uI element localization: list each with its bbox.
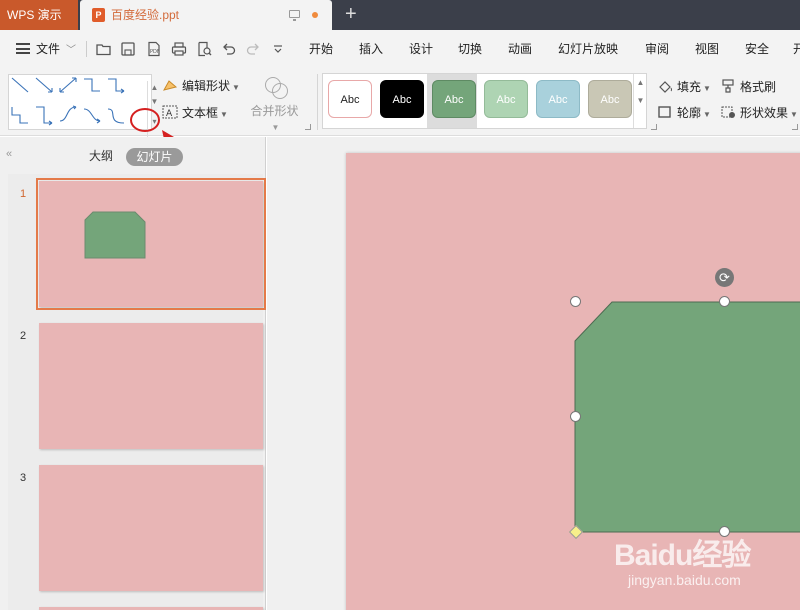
outline-icon bbox=[657, 105, 673, 119]
selection-outline bbox=[575, 302, 800, 532]
shape-effects-icon bbox=[720, 105, 736, 119]
divider bbox=[86, 41, 87, 57]
divider bbox=[317, 74, 318, 130]
text-box-button[interactable]: A 文本框 ▼ bbox=[162, 103, 228, 123]
undo-icon[interactable] bbox=[221, 41, 237, 57]
slide-number: 3 bbox=[20, 472, 27, 484]
style-swatch[interactable]: Abc bbox=[432, 80, 476, 118]
tab-security[interactable]: 安全 bbox=[745, 30, 769, 68]
new-tab-button[interactable]: + bbox=[345, 4, 357, 24]
format-painter-button[interactable]: 格式刷 bbox=[720, 77, 776, 97]
collapse-panel-icon[interactable]: « bbox=[6, 148, 12, 160]
chevron-down-icon[interactable]: ▼ bbox=[634, 94, 647, 107]
shape-effects-button[interactable]: 形状效果 ▼ bbox=[720, 103, 798, 123]
ppt-file-icon: P bbox=[92, 8, 105, 22]
dialog-launcher-icon[interactable] bbox=[305, 124, 311, 130]
slide-thumbnails: 1 2 3 bbox=[8, 174, 266, 610]
watermark: Baidu经验 jingyan.baidu.com bbox=[600, 522, 800, 592]
chevron-down-icon[interactable]: ▼ bbox=[148, 95, 161, 108]
dropdown-arrow-icon: ▼ bbox=[232, 83, 240, 92]
slide-number: 2 bbox=[20, 330, 27, 342]
print-icon[interactable] bbox=[171, 41, 187, 57]
text-box-label: 文本框 bbox=[182, 106, 219, 120]
save-icon[interactable] bbox=[120, 41, 136, 57]
outline-button[interactable]: 轮廓 ▼ bbox=[657, 103, 711, 123]
slide-thumbnail-2[interactable] bbox=[39, 323, 263, 449]
slides-panel: « 大纲 幻灯片 1 2 3 bbox=[0, 137, 266, 610]
annotation-circle bbox=[130, 108, 160, 132]
edit-shape-button[interactable]: 编辑形状 ▼ bbox=[162, 76, 240, 96]
slide-thumbnail-1[interactable] bbox=[36, 178, 266, 310]
tab-outline[interactable]: 大纲 bbox=[89, 146, 113, 166]
tab-transitions[interactable]: 切换 bbox=[458, 30, 482, 68]
style-gallery-scrollbar: ▲ ▼ bbox=[633, 74, 647, 128]
chevron-up-icon[interactable]: ▲ bbox=[148, 81, 161, 94]
fill-label: 填充 bbox=[677, 80, 702, 94]
dialog-launcher-icon[interactable] bbox=[651, 124, 657, 130]
dropdown-arrow-icon: ▼ bbox=[790, 110, 798, 119]
export-pdf-icon[interactable]: PDF bbox=[146, 41, 162, 57]
svg-text:A: A bbox=[166, 109, 173, 119]
slide-thumbnail-3[interactable] bbox=[39, 465, 263, 591]
style-swatch[interactable]: Abc bbox=[380, 80, 424, 118]
print-preview-icon[interactable] bbox=[196, 41, 212, 57]
customize-toolbar-icon[interactable] bbox=[270, 41, 286, 57]
merge-shapes-icon bbox=[262, 74, 288, 100]
edit-shape-label: 编辑形状 bbox=[182, 79, 231, 93]
tab-home[interactable]: 开始 bbox=[309, 30, 333, 68]
document-name: 百度经验.ppt bbox=[111, 8, 180, 22]
tab-view[interactable]: 视图 bbox=[695, 30, 719, 68]
watermark-brand: Baidu经验 bbox=[614, 539, 751, 572]
connector-shapes[interactable] bbox=[9, 75, 139, 129]
file-menu[interactable]: 文件 bbox=[36, 30, 60, 68]
text-box-icon: A bbox=[162, 105, 178, 119]
tab-slides[interactable]: 幻灯片 bbox=[126, 148, 183, 166]
title-bar: WPS 演示 P 百度经验.ppt + bbox=[0, 0, 800, 30]
format-painter-label: 格式刷 bbox=[740, 80, 777, 94]
dropdown-arrow-icon: ▼ bbox=[220, 110, 228, 119]
merge-shapes-button[interactable]: 合并形状▼ bbox=[247, 74, 302, 132]
menu-bar: 文件 ﹀ PDF 开始 插入 设计 切换 动画 幻灯片放映 审阅 视图 安全 开 bbox=[0, 30, 800, 68]
open-folder-icon[interactable] bbox=[96, 41, 112, 57]
unsaved-dot-icon bbox=[312, 12, 318, 18]
fill-icon bbox=[657, 79, 673, 93]
menu-icon[interactable] bbox=[16, 43, 30, 54]
shape-style-gallery: Abc Abc Abc Abc Abc Abc ▲ ▼ bbox=[322, 73, 647, 129]
svg-text:PDF: PDF bbox=[150, 49, 160, 55]
fill-button[interactable]: 填充 ▼ bbox=[657, 77, 711, 97]
thumbnail-shape bbox=[84, 211, 146, 259]
dialog-launcher-icon[interactable] bbox=[792, 124, 798, 130]
tab-more[interactable]: 开 bbox=[793, 30, 800, 68]
dropdown-arrow-icon: ▼ bbox=[703, 110, 711, 119]
resize-handle[interactable] bbox=[570, 296, 581, 307]
chevron-up-icon[interactable]: ▲ bbox=[634, 76, 647, 89]
resize-handle[interactable] bbox=[570, 411, 581, 422]
monitor-icon[interactable] bbox=[289, 10, 300, 21]
chevron-down-icon[interactable]: ﹀ bbox=[66, 41, 76, 56]
tab-insert[interactable]: 插入 bbox=[359, 30, 383, 68]
style-swatch[interactable]: Abc bbox=[588, 80, 632, 118]
slide-number: 1 bbox=[20, 188, 27, 200]
tab-slideshow[interactable]: 幻灯片放映 bbox=[558, 30, 618, 68]
shape-effects-label: 形状效果 bbox=[740, 106, 789, 120]
app-tab[interactable]: WPS 演示 bbox=[0, 0, 78, 30]
rotate-icon[interactable]: ⟳ bbox=[715, 268, 734, 287]
format-painter-icon bbox=[720, 79, 736, 93]
merge-shapes-label: 合并形状▼ bbox=[250, 104, 299, 132]
tab-animations[interactable]: 动画 bbox=[508, 30, 532, 68]
edit-shape-icon bbox=[162, 78, 178, 92]
style-swatch[interactable]: Abc bbox=[536, 80, 580, 118]
redo-icon[interactable] bbox=[245, 41, 261, 57]
tab-design[interactable]: 设计 bbox=[409, 30, 433, 68]
watermark-url: jingyan.baidu.com bbox=[628, 572, 741, 588]
style-swatch[interactable]: Abc bbox=[484, 80, 528, 118]
document-tab[interactable]: P 百度经验.ppt bbox=[80, 0, 332, 30]
tab-review[interactable]: 审阅 bbox=[645, 30, 669, 68]
style-swatch[interactable]: Abc bbox=[328, 80, 372, 118]
resize-handle[interactable] bbox=[719, 296, 730, 307]
outline-label: 轮廓 bbox=[677, 106, 702, 120]
dropdown-arrow-icon: ▼ bbox=[703, 84, 711, 93]
